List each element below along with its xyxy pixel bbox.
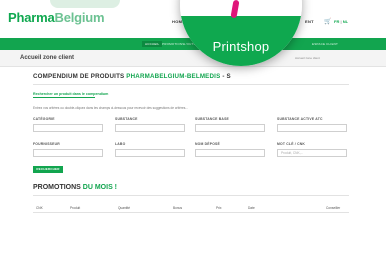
table-header-divider (33, 212, 349, 213)
label-labo: LABO (115, 142, 126, 146)
compendium-title: COMPENDIUM DE PRODUITS PHARMABELGIUM-BEL… (33, 73, 231, 80)
label-substance-active: SUBSTANCE ACTIVE ATC (277, 117, 323, 121)
magnifier-circle: Printshop (180, 0, 302, 66)
col-cnk: CNK (36, 206, 43, 210)
logo-bold: Pharma (8, 10, 55, 25)
search-heading-underline (33, 97, 95, 98)
search-hint: Entrez vos critères ou double-cliquez da… (33, 106, 189, 110)
col-bonus: Bonus (173, 206, 183, 210)
label-substance-base: SUBSTANCE BASE (195, 117, 230, 121)
nav-client[interactable]: ENT (305, 19, 314, 24)
compendium-title-dark: COMPENDIUM DE PRODUITS (33, 73, 125, 80)
logo-light: Belgium (54, 10, 105, 25)
col-prix: Prix (216, 206, 222, 210)
cart-icon[interactable]: 🛒 (324, 18, 331, 25)
divider (33, 84, 349, 85)
search-button[interactable]: RECHERCHER (33, 166, 63, 173)
nav-accueil[interactable]: ACCUEIL (142, 41, 163, 47)
substance-input[interactable] (115, 124, 185, 132)
magnifier-label: Printshop (212, 39, 270, 54)
label-categorie: CATÉGORIE (33, 117, 55, 121)
promotions-title-green: DU MOIS ! (82, 184, 118, 191)
fournisseur-input[interactable] (33, 149, 103, 157)
logo[interactable]: PharmaBelgium (8, 10, 105, 25)
nav-espace-client[interactable]: ESPACE CLIENT (312, 42, 338, 46)
lang-nl[interactable]: NL (343, 19, 348, 24)
promotions-title-dark: PROMOTIONS (33, 184, 81, 191)
substance-base-input[interactable] (195, 124, 265, 132)
language-switch[interactable]: FR | NL (334, 19, 348, 24)
categorie-input[interactable] (33, 124, 103, 132)
label-substance: SUBSTANCE (115, 117, 138, 121)
mot-cle-input[interactable]: Produit, CNK,... (277, 149, 347, 157)
logo-decoration (50, 0, 120, 8)
divider (33, 195, 349, 196)
substance-active-input[interactable] (277, 124, 347, 132)
compendium-title-green: PHARMABELGIUM-BELMEDIS (126, 73, 221, 80)
compendium-title-tail: - S (222, 73, 231, 80)
promotions-title: PROMOTIONS DU MOIS ! (33, 184, 117, 191)
search-heading: Rechercher un produit dans le compendium (33, 92, 109, 96)
labo-input[interactable] (115, 149, 185, 157)
col-date: Date (248, 206, 255, 210)
col-conseiller: Conseiller (326, 206, 341, 210)
label-nom-depose: NOM DÉPOSÉ (195, 142, 220, 146)
col-quantite: Quantité (118, 206, 131, 210)
page-title: Accueil zone client (20, 55, 75, 61)
label-mot-cle: MOT CLÉ / CNK (277, 142, 306, 146)
col-produit: Produit (70, 206, 81, 210)
nom-depose-input[interactable] (195, 149, 265, 157)
label-fournisseur: FOURNISSEUR (33, 142, 60, 146)
